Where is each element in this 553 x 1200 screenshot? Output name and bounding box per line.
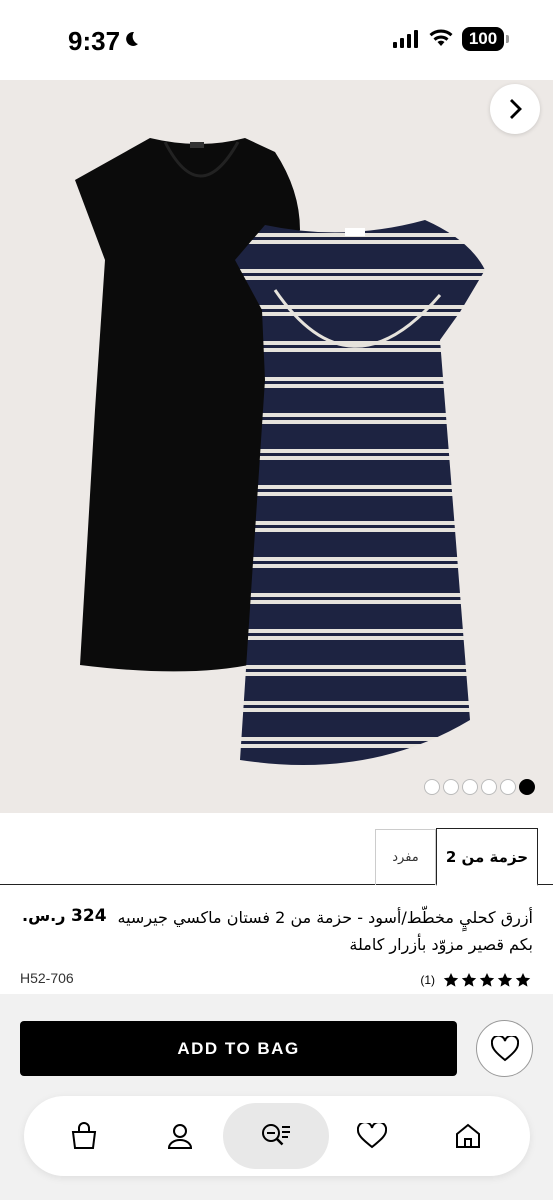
chevron-right-icon [510, 99, 522, 119]
favourites-icon [357, 1123, 387, 1149]
purchase-actions: ADD TO BAG [0, 994, 553, 1200]
star-icon [515, 973, 531, 987]
battery-tip [506, 35, 509, 43]
price-amount: 324 [71, 906, 107, 926]
product-title: أزرق كحليٍ مخطّط/أسود - حزمة من 2 فستان … [117, 908, 534, 954]
gallery-dot[interactable] [462, 779, 478, 795]
gallery-dot[interactable] [500, 779, 516, 795]
search-icon [262, 1124, 290, 1146]
gallery-pagination [424, 779, 535, 795]
price-currency: ر.س. [22, 906, 66, 925]
add-to-favourites-button[interactable] [476, 1020, 533, 1077]
product-sku: H52-706 [20, 970, 74, 986]
gallery-dot[interactable] [443, 779, 459, 795]
bottom-navigation [24, 1096, 530, 1176]
status-time: 9:37 [68, 26, 121, 56]
tab-single[interactable]: مفرد [375, 829, 436, 885]
gallery-next-button[interactable] [490, 84, 540, 134]
nav-account[interactable] [150, 1106, 210, 1166]
nav-home[interactable] [438, 1106, 498, 1166]
moon-icon [126, 31, 138, 46]
star-icon [443, 973, 459, 987]
rating-count: (1) [420, 973, 435, 987]
product-image-gallery[interactable] [0, 80, 553, 813]
gallery-dot[interactable] [424, 779, 440, 795]
rating-stars [443, 972, 531, 988]
nav-search[interactable] [223, 1103, 329, 1169]
product-rating[interactable]: (1) [416, 972, 531, 988]
star-icon [461, 973, 477, 987]
tab-pack-of-2[interactable]: حزمة من 2 [436, 828, 538, 886]
add-to-bag-button[interactable]: ADD TO BAG [20, 1021, 457, 1076]
status-bar: 9:37 100 [0, 0, 553, 80]
pack-option-tabs: مفرد حزمة من 2 [0, 813, 553, 886]
gallery-dot[interactable] [519, 779, 535, 795]
battery-indicator: 100 [462, 27, 504, 51]
account-icon [167, 1124, 193, 1149]
product-info: أزرق كحليٍ مخطّط/أسود - حزمة من 2 فستان … [0, 886, 553, 994]
nav-bag[interactable] [54, 1106, 114, 1166]
product-image [75, 138, 485, 765]
home-icon [456, 1123, 480, 1148]
signal-icon [393, 30, 418, 48]
product-price: 324 ر.س. [22, 906, 107, 926]
star-icon [497, 973, 513, 987]
nav-favourites[interactable] [342, 1106, 402, 1166]
star-icon [479, 973, 495, 987]
heart-icon [490, 1035, 519, 1061]
bag-icon [71, 1122, 97, 1149]
gallery-dot[interactable] [481, 779, 497, 795]
wifi-icon [429, 29, 453, 46]
